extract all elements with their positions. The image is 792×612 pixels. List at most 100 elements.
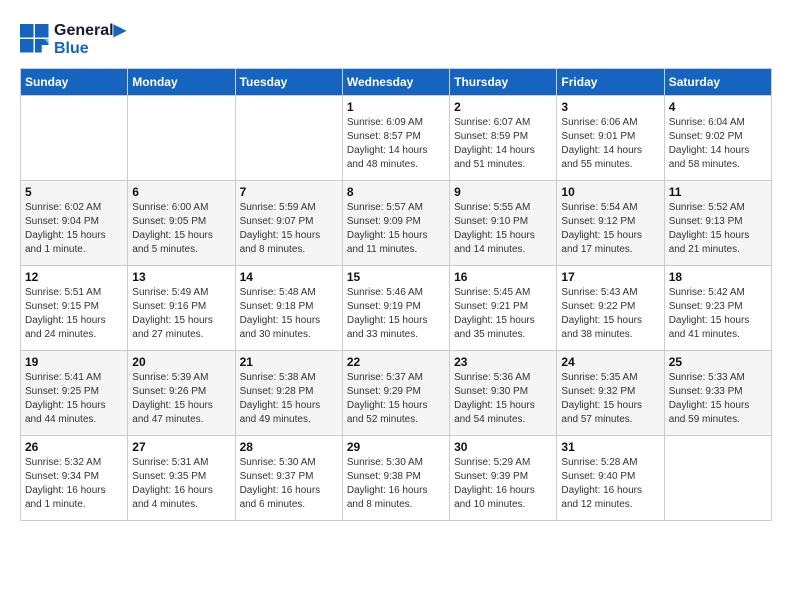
day-info: Sunrise: 5:29 AM Sunset: 9:39 PM Dayligh… — [454, 456, 552, 512]
day-number: 15 — [347, 270, 445, 284]
day-info: Sunrise: 5:55 AM Sunset: 9:10 PM Dayligh… — [454, 201, 552, 257]
day-number: 21 — [240, 355, 338, 369]
weekday-header-monday: Monday — [128, 69, 235, 96]
day-info: Sunrise: 5:41 AM Sunset: 9:25 PM Dayligh… — [25, 371, 123, 427]
calendar-cell: 18Sunrise: 5:42 AM Sunset: 9:23 PM Dayli… — [664, 266, 771, 351]
day-number: 24 — [561, 355, 659, 369]
calendar-cell: 17 Sunrise: 5:43 AM Sunset: 9:22 PM Dayli… — [557, 266, 664, 351]
calendar-cell — [235, 96, 342, 181]
day-info: Sunrise: 5:59 AM Sunset: 9:07 PM Dayligh… — [240, 201, 338, 257]
day-info: Sunrise: 6:06 AM Sunset: 9:01 PM Dayligh… — [561, 116, 659, 172]
day-number: 16 — [454, 270, 552, 284]
calendar-cell: 13 Sunrise: 5:49 AM Sunset: 9:16 PM Dayli… — [128, 266, 235, 351]
weekday-header-row: SundayMondayTuesdayWednesdayThursdayFrid… — [21, 69, 772, 96]
calendar-cell: 20Sunrise: 5:39 AM Sunset: 9:26 PM Dayli… — [128, 351, 235, 436]
weekday-header-wednesday: Wednesday — [342, 69, 449, 96]
day-number: 28 — [240, 440, 338, 454]
day-number: 13 — [132, 270, 230, 284]
day-info: Sunrise: 5:33 AM Sunset: 9:33 PM Dayligh… — [669, 371, 767, 427]
calendar-cell: 27 Sunrise: 5:31 AM Sunset: 9:35 PM Dayli… — [128, 436, 235, 521]
day-number: 5 — [25, 185, 123, 199]
day-info: Sunrise: 5:36 AM Sunset: 9:30 PM Dayligh… — [454, 371, 552, 427]
day-number: 11 — [669, 185, 767, 199]
weekday-header-friday: Friday — [557, 69, 664, 96]
day-number: 26 — [25, 440, 123, 454]
day-info: Sunrise: 6:00 AM Sunset: 9:05 PM Dayligh… — [132, 201, 230, 257]
calendar-cell: 12Sunrise: 5:51 AM Sunset: 9:15 PM Dayli… — [21, 266, 128, 351]
day-info: Sunrise: 5:45 AM Sunset: 9:21 PM Dayligh… — [454, 286, 552, 342]
calendar-cell: 7 Sunrise: 5:59 AM Sunset: 9:07 PM Daylig… — [235, 181, 342, 266]
weekday-header-tuesday: Tuesday — [235, 69, 342, 96]
day-number: 31 — [561, 440, 659, 454]
logo-text: General▶ Blue — [54, 20, 126, 58]
day-info: Sunrise: 5:54 AM Sunset: 9:12 PM Dayligh… — [561, 201, 659, 257]
day-info: Sunrise: 6:02 AM Sunset: 9:04 PM Dayligh… — [25, 201, 123, 257]
calendar-cell — [128, 96, 235, 181]
day-info: Sunrise: 5:32 AM Sunset: 9:34 PM Dayligh… — [25, 456, 123, 512]
calendar-cell — [664, 436, 771, 521]
calendar-cell: 3 Sunrise: 6:06 AM Sunset: 9:01 PM Daylig… — [557, 96, 664, 181]
logo-icon — [20, 24, 50, 54]
calendar-week-row: 1 Sunrise: 6:09 AM Sunset: 8:57 PM Daylig… — [21, 96, 772, 181]
day-number: 4 — [669, 100, 767, 114]
calendar-cell: 31 Sunrise: 5:28 AM Sunset: 9:40 PM Dayli… — [557, 436, 664, 521]
day-number: 7 — [240, 185, 338, 199]
day-number: 1 — [347, 100, 445, 114]
calendar-week-row: 19 Sunrise: 5:41 AM Sunset: 9:25 PM Dayli… — [21, 351, 772, 436]
calendar-cell: 15 Sunrise: 5:46 AM Sunset: 9:19 PM Dayli… — [342, 266, 449, 351]
calendar-cell: 11 Sunrise: 5:52 AM Sunset: 9:13 PM Dayli… — [664, 181, 771, 266]
day-number: 8 — [347, 185, 445, 199]
day-info: Sunrise: 6:09 AM Sunset: 8:57 PM Dayligh… — [347, 116, 445, 172]
calendar-cell: 9 Sunrise: 5:55 AM Sunset: 9:10 PM Daylig… — [450, 181, 557, 266]
calendar-cell: 4 Sunrise: 6:04 AM Sunset: 9:02 PM Daylig… — [664, 96, 771, 181]
page-header: General▶ Blue — [20, 20, 772, 58]
day-number: 14 — [240, 270, 338, 284]
day-number: 9 — [454, 185, 552, 199]
day-info: Sunrise: 6:04 AM Sunset: 9:02 PM Dayligh… — [669, 116, 767, 172]
day-number: 27 — [132, 440, 230, 454]
day-number: 23 — [454, 355, 552, 369]
calendar-cell: 16 Sunrise: 5:45 AM Sunset: 9:21 PM Dayli… — [450, 266, 557, 351]
weekday-header-sunday: Sunday — [21, 69, 128, 96]
calendar-cell — [21, 96, 128, 181]
calendar-cell: 22Sunrise: 5:37 AM Sunset: 9:29 PM Dayli… — [342, 351, 449, 436]
weekday-header-thursday: Thursday — [450, 69, 557, 96]
calendar-cell: 19 Sunrise: 5:41 AM Sunset: 9:25 PM Dayli… — [21, 351, 128, 436]
day-info: Sunrise: 5:49 AM Sunset: 9:16 PM Dayligh… — [132, 286, 230, 342]
day-info: Sunrise: 5:28 AM Sunset: 9:40 PM Dayligh… — [561, 456, 659, 512]
day-info: Sunrise: 5:43 AM Sunset: 9:22 PM Dayligh… — [561, 286, 659, 342]
day-info: Sunrise: 5:46 AM Sunset: 9:19 PM Dayligh… — [347, 286, 445, 342]
day-info: Sunrise: 5:51 AM Sunset: 9:15 PM Dayligh… — [25, 286, 123, 342]
day-number: 18 — [669, 270, 767, 284]
calendar-cell: 6 Sunrise: 6:00 AM Sunset: 9:05 PM Daylig… — [128, 181, 235, 266]
logo: General▶ Blue — [20, 20, 126, 58]
day-number: 17 — [561, 270, 659, 284]
day-number: 10 — [561, 185, 659, 199]
day-info: Sunrise: 5:38 AM Sunset: 9:28 PM Dayligh… — [240, 371, 338, 427]
day-number: 3 — [561, 100, 659, 114]
calendar-cell: 10 Sunrise: 5:54 AM Sunset: 9:12 PM Dayli… — [557, 181, 664, 266]
day-number: 30 — [454, 440, 552, 454]
day-info: Sunrise: 5:30 AM Sunset: 9:37 PM Dayligh… — [240, 456, 338, 512]
calendar-cell: 30 Sunrise: 5:29 AM Sunset: 9:39 PM Dayli… — [450, 436, 557, 521]
calendar-cell: 29 Sunrise: 5:30 AM Sunset: 9:38 PM Dayli… — [342, 436, 449, 521]
day-info: Sunrise: 5:52 AM Sunset: 9:13 PM Dayligh… — [669, 201, 767, 257]
day-info: Sunrise: 5:39 AM Sunset: 9:26 PM Dayligh… — [132, 371, 230, 427]
calendar-cell: 5 Sunrise: 6:02 AM Sunset: 9:04 PM Daylig… — [21, 181, 128, 266]
calendar-cell: 26 Sunrise: 5:32 AM Sunset: 9:34 PM Dayli… — [21, 436, 128, 521]
day-info: Sunrise: 5:31 AM Sunset: 9:35 PM Dayligh… — [132, 456, 230, 512]
day-number: 25 — [669, 355, 767, 369]
day-number: 19 — [25, 355, 123, 369]
day-number: 2 — [454, 100, 552, 114]
day-info: Sunrise: 5:57 AM Sunset: 9:09 PM Dayligh… — [347, 201, 445, 257]
calendar-cell: 24Sunrise: 5:35 AM Sunset: 9:32 PM Dayli… — [557, 351, 664, 436]
day-info: Sunrise: 5:30 AM Sunset: 9:38 PM Dayligh… — [347, 456, 445, 512]
calendar-cell: 21 Sunrise: 5:38 AM Sunset: 9:28 PM Dayli… — [235, 351, 342, 436]
calendar-week-row: 5 Sunrise: 6:02 AM Sunset: 9:04 PM Daylig… — [21, 181, 772, 266]
day-number: 6 — [132, 185, 230, 199]
day-number: 29 — [347, 440, 445, 454]
weekday-header-saturday: Saturday — [664, 69, 771, 96]
day-info: Sunrise: 5:48 AM Sunset: 9:18 PM Dayligh… — [240, 286, 338, 342]
calendar-cell: 14 Sunrise: 5:48 AM Sunset: 9:18 PM Dayli… — [235, 266, 342, 351]
calendar-cell: 25 Sunrise: 5:33 AM Sunset: 9:33 PM Dayli… — [664, 351, 771, 436]
